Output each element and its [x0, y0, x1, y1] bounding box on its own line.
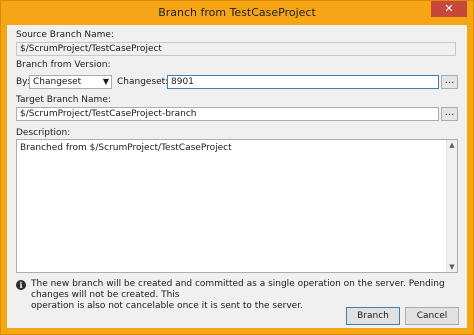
title-bar[interactable]: Branch from TestCaseProject ✕: [1, 1, 473, 25]
info-icon: i: [16, 280, 26, 290]
target-browse-button[interactable]: ...: [441, 107, 458, 121]
source-branch-field: $/ScrumProject/TestCaseProject: [16, 42, 456, 56]
description-label: Description:: [16, 128, 71, 138]
changeset-input[interactable]: 8901: [167, 75, 439, 89]
close-button[interactable]: ✕: [431, 1, 467, 17]
description-textarea[interactable]: Branched from $/ScrumProject/TestCasePro…: [16, 139, 458, 273]
by-label: By:: [16, 77, 30, 87]
source-branch-label: Source Branch Name:: [16, 30, 114, 40]
chevron-down-icon: ▼: [102, 77, 109, 86]
info-line-1: The new branch will be created and commi…: [31, 279, 445, 300]
dialog-body: Source Branch Name: $/ScrumProject/TestC…: [7, 25, 467, 328]
branch-from-version-label: Branch from Version:: [16, 60, 111, 70]
branch-dialog: Branch from TestCaseProject ✕ Source Bra…: [0, 0, 474, 335]
description-scrollbar[interactable]: ▲ ▼: [446, 140, 457, 272]
branch-button[interactable]: Branch: [346, 307, 400, 325]
version-type-value: Changeset: [33, 77, 82, 87]
target-branch-label: Target Branch Name:: [16, 95, 111, 105]
dialog-title: Branch from TestCaseProject: [158, 6, 316, 19]
description-text: Branched from $/ScrumProject/TestCasePro…: [20, 143, 232, 153]
changeset-label: Changeset:: [117, 77, 169, 87]
version-type-dropdown[interactable]: Changeset ▼: [29, 75, 112, 89]
target-branch-input[interactable]: $/ScrumProject/TestCaseProject-branch: [16, 107, 439, 121]
changeset-browse-button[interactable]: ...: [441, 75, 458, 89]
scroll-down-icon[interactable]: ▼: [447, 262, 457, 272]
scroll-up-icon[interactable]: ▲: [447, 140, 457, 150]
cancel-button[interactable]: Cancel: [405, 307, 459, 325]
